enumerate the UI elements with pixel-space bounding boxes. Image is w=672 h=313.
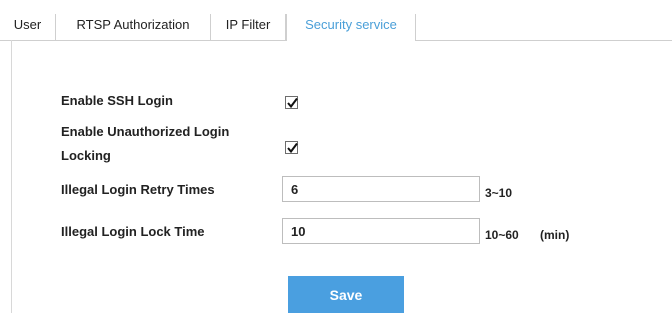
retry-times-label: Illegal Login Retry Times — [61, 182, 215, 197]
retry-times-input[interactable] — [282, 176, 480, 202]
lock-time-unit: (min) — [540, 228, 570, 242]
lock-login-label-line1: Enable Unauthorized Login — [61, 124, 230, 139]
ssh-login-label: Enable SSH Login — [61, 93, 173, 108]
tab-user[interactable]: User — [0, 14, 56, 40]
lock-time-input[interactable] — [282, 218, 480, 244]
checkmark-icon — [287, 97, 298, 109]
lock-login-label-line2: Locking — [61, 148, 111, 163]
save-button[interactable]: Save — [288, 276, 404, 313]
retry-times-range: 3~10 — [485, 186, 513, 200]
lock-login-checkbox[interactable] — [285, 141, 298, 154]
checkmark-icon — [287, 142, 298, 154]
tab-bar: User RTSP Authorization IP Filter Securi… — [0, 14, 672, 41]
security-settings-page: User RTSP Authorization IP Filter Securi… — [0, 0, 672, 313]
content-panel-border — [11, 40, 12, 313]
lock-time-range: 10~60 — [485, 228, 519, 242]
lock-time-label: Illegal Login Lock Time — [61, 224, 205, 239]
tab-security-service[interactable]: Security service — [286, 14, 416, 41]
tab-rtsp-authorization[interactable]: RTSP Authorization — [56, 14, 211, 40]
ssh-login-checkbox[interactable] — [285, 96, 298, 109]
tab-ip-filter[interactable]: IP Filter — [211, 14, 286, 40]
